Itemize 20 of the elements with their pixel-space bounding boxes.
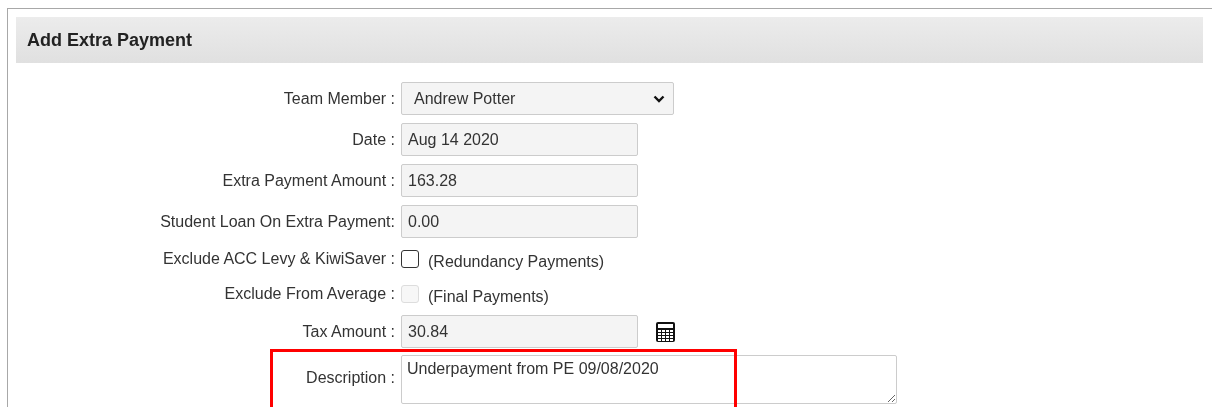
checkbox-note: (Final Payments) xyxy=(428,286,549,306)
panel-header: Add Extra Payment xyxy=(16,17,1203,63)
field-label: Extra Payment Amount : xyxy=(221,171,395,190)
checkbox[interactable] xyxy=(401,249,419,268)
field-label: Tax Amount : xyxy=(301,322,395,341)
input-field[interactable]: Aug 14 2020 xyxy=(401,123,638,156)
field-label: Exclude From Average : xyxy=(223,284,395,303)
field-label: Student Loan On Extra Payment: xyxy=(159,212,395,231)
input-field[interactable]: 163.28 xyxy=(401,164,638,197)
input-field[interactable]: 30.84 xyxy=(401,315,638,348)
field-label: Exclude ACC Levy & KiwiSaver : xyxy=(161,249,395,268)
input-field[interactable]: 0.00 xyxy=(401,205,638,238)
field-label: Team Member : xyxy=(282,89,395,108)
calculator-icon[interactable] xyxy=(655,320,676,343)
description-field[interactable]: Underpayment from PE 09/08/2020 xyxy=(401,355,897,404)
dropdown[interactable]: Andrew Potter xyxy=(401,82,674,115)
field-label: Description : xyxy=(305,368,395,387)
field-label: Date : xyxy=(351,130,395,149)
checkbox-note: (Redundancy Payments) xyxy=(428,251,605,271)
chevron-down-icon xyxy=(653,94,665,103)
